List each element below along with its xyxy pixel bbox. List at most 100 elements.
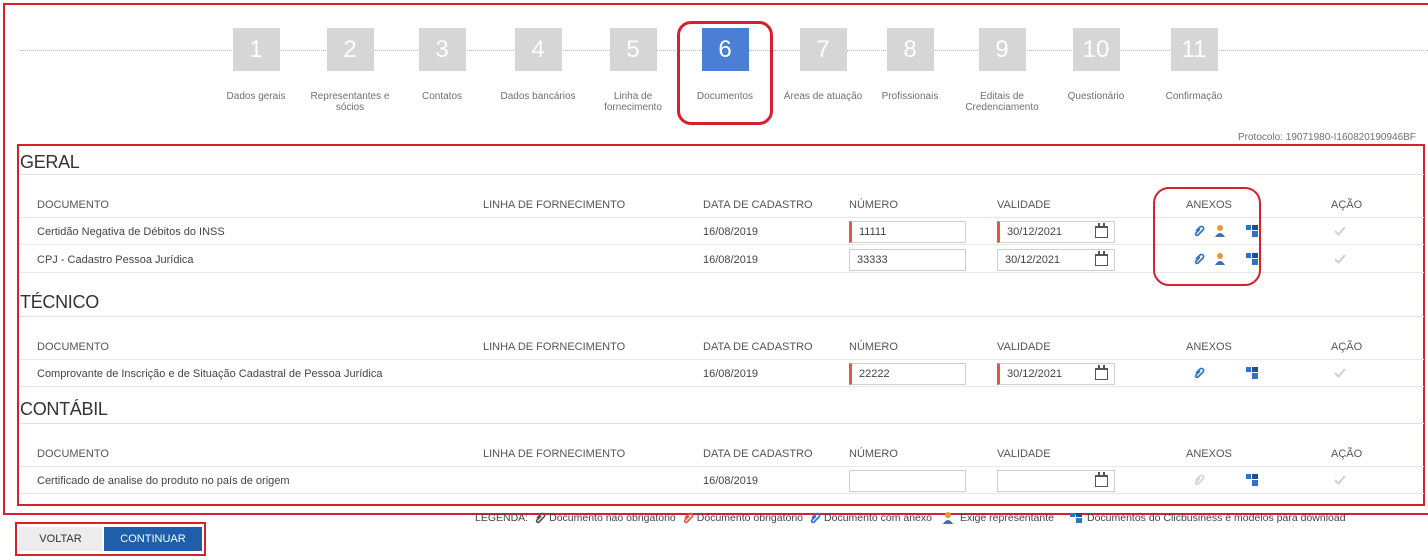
step-label: Confirmação [1165,91,1223,102]
register-date: 16/08/2019 [703,368,759,380]
back-button[interactable]: VOLTAR [19,527,102,551]
calendar-icon[interactable] [1095,223,1108,238]
step-number: 10 [1072,28,1120,71]
validity-value: 30/12/2021 [1007,226,1063,238]
col-data: DATA DE CADASTRO [703,199,813,211]
step-label: Representantes e sócios [310,91,390,113]
step-label: Editais de Credenciamento [965,91,1039,113]
step-4[interactable]: 4 Dados bancários [498,28,578,102]
document-name: CPJ - Cadastro Pessoa Jurídica [37,254,194,266]
legend-label: LEGENDA: [475,512,529,524]
check-icon[interactable] [1334,225,1346,237]
col-linha: LINHA DE FORNECIMENTO [483,341,626,353]
col-anexos: ANEXOS [1186,448,1232,460]
legend-item-representative: Exige representante [942,511,1054,525]
step-label: Questionário [1067,91,1125,102]
number-input[interactable]: 22222 [849,363,966,385]
validity-value: 30/12/2021 [1005,254,1061,266]
check-icon[interactable] [1334,367,1346,379]
col-linha: LINHA DE FORNECIMENTO [483,448,626,460]
section-title: GERAL [20,152,80,172]
document-name: Comprovante de Inscrição e de Situação C… [37,368,383,380]
check-icon[interactable] [1334,253,1346,265]
col-data: DATA DE CADASTRO [703,341,813,353]
step-number: 3 [418,28,466,71]
number-input[interactable]: 33333 [849,249,966,271]
legend-item-attached: Documento com anexo [809,512,932,524]
step-label: Profissionais [881,91,939,102]
clicbusiness-icon[interactable] [1246,474,1258,486]
document-name: Certidão Negativa de Débitos do INSS [37,226,225,238]
step-1[interactable]: 1 Dados gerais [221,28,291,102]
legend-text: Documentos do Clicbusiness e modelos par… [1086,512,1346,524]
register-date: 16/08/2019 [703,226,759,238]
col-validade: VALIDADE [997,448,1051,460]
calendar-icon[interactable] [1095,472,1108,487]
register-date: 16/08/2019 [703,254,759,266]
legend-text: Documento com anexo [824,512,932,524]
section-divider [20,423,1424,424]
col-linha: LINHA DE FORNECIMENTO [483,199,626,211]
number-input[interactable]: 11111 [849,221,966,243]
legend-item-optional: Documento não obrigatório [534,512,676,524]
col-anexos: ANEXOS [1186,341,1232,353]
col-documento: DOCUMENTO [37,448,109,460]
legend: LEGENDA: Documento não obrigatório Docum… [475,511,1346,525]
step-number: 1 [232,28,280,71]
calendar-icon[interactable] [1095,251,1108,266]
validity-value: 30/12/2021 [1007,368,1063,380]
legend-item-clicbusiness: Documentos do Clicbusiness e modelos par… [1069,512,1346,524]
step-2[interactable]: 2 Representantes e sócios [306,28,394,113]
paperclip-icon [683,512,694,524]
table-header: DOCUMENTO LINHA DE FORNECIMENTO DATA DE … [20,334,1424,360]
step-label: Linha de fornecimento [604,91,662,113]
paperclip-icon [810,512,821,524]
step-10[interactable]: 10 Questionário [1061,28,1131,102]
section-title: CONTÁBIL [20,399,108,419]
step-label: Áreas de atuação [783,91,863,102]
validity-input[interactable]: 30/12/2021 [997,249,1115,271]
calendar-icon[interactable] [1095,365,1108,380]
document-name: Certificado de analise do produto no paí… [37,475,290,487]
annexes-highlight [1153,187,1261,286]
col-data: DATA DE CADASTRO [703,448,813,460]
validity-input[interactable]: 30/12/2021 [997,363,1115,385]
paperclip-icon[interactable] [1193,474,1205,486]
step-label: Dados bancários [500,91,576,102]
validity-input[interactable]: 30/12/2021 [997,221,1115,243]
validity-input[interactable] [997,470,1115,492]
step-8[interactable]: 8 Profissionais [875,28,945,102]
step-number: 9 [978,28,1026,71]
step-3[interactable]: 3 Contatos [407,28,477,102]
protocol-number: Protocolo: 19071980-I160820190946BF [1238,132,1416,143]
register-date: 16/08/2019 [703,475,759,487]
clicbusiness-icon [1069,513,1084,523]
section-title: TÉCNICO [20,292,99,312]
paperclip-icon [535,512,546,524]
check-icon[interactable] [1334,474,1346,486]
step-number: 11 [1170,28,1218,71]
col-numero: NÚMERO [849,448,898,460]
clicbusiness-icon[interactable] [1246,367,1258,379]
table-row: Comprovante de Inscrição e de Situação C… [20,361,1424,387]
step-7[interactable]: 7 Áreas de atuação [778,28,868,102]
step-label: Dados gerais [226,91,286,102]
section-divider [20,316,1424,317]
step-5[interactable]: 5 Linha de fornecimento [598,28,668,113]
active-step-highlight [677,21,773,125]
col-numero: NÚMERO [849,341,898,353]
col-acao: AÇÃO [1331,448,1363,460]
legend-text: Exige representante [960,512,1054,524]
section-divider [20,174,1424,175]
paperclip-icon[interactable] [1193,367,1205,379]
number-input[interactable] [849,470,966,492]
step-11[interactable]: 11 Confirmação [1159,28,1229,102]
col-validade: VALIDADE [997,341,1051,353]
step-9[interactable]: 9 Editais de Credenciamento [960,28,1044,113]
col-acao: AÇÃO [1331,341,1363,353]
table-header: DOCUMENTO LINHA DE FORNECIMENTO DATA DE … [20,441,1424,467]
wizard-steps: 1 Dados gerais 2 Representantes e sócios… [0,0,1428,150]
step-number: 4 [514,28,562,71]
col-validade: VALIDADE [997,199,1051,211]
continue-button[interactable]: CONTINUAR [104,527,202,551]
